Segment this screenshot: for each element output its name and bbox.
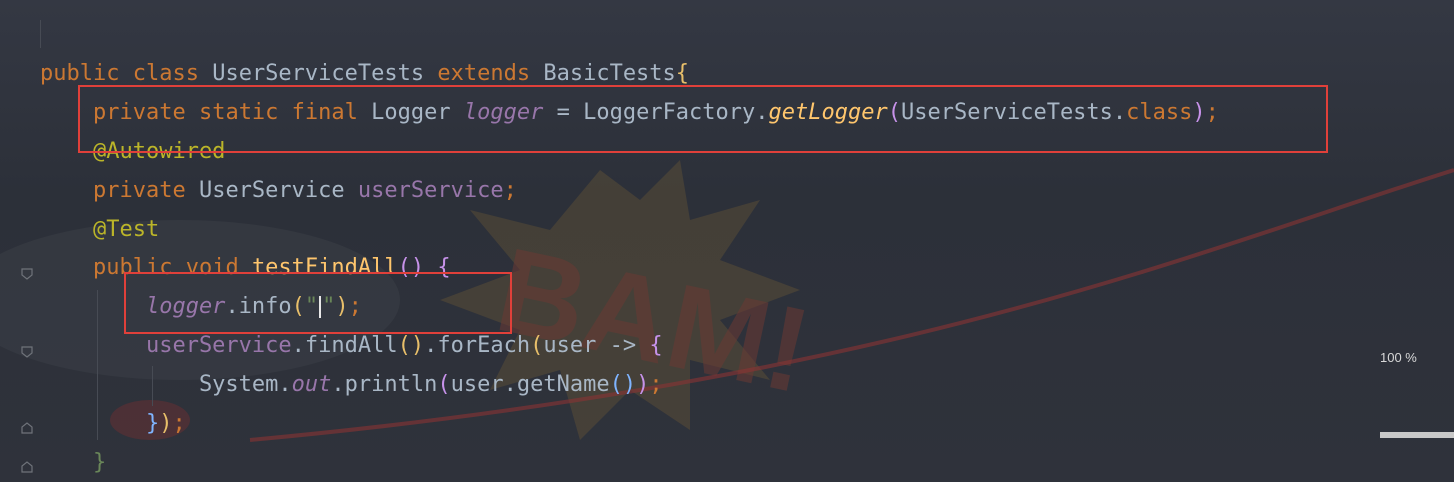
- fold-icon[interactable]: [20, 262, 34, 280]
- code-line[interactable]: }: [40, 444, 1219, 482]
- code-token: {: [649, 333, 663, 359]
- code-token: }: [145, 411, 160, 437]
- code-token: .println: [331, 372, 438, 398]
- code-token: ): [636, 372, 650, 398]
- code-token: (): [397, 333, 425, 359]
- code-token: ;: [172, 411, 186, 437]
- code-line[interactable]: private UserService userService;: [40, 172, 1219, 211]
- fold-end-icon[interactable]: [20, 455, 34, 473]
- code-token: UserServiceTests: [212, 61, 438, 86]
- code-token: class: [132, 61, 213, 86]
- code-token: (: [437, 372, 451, 398]
- horizontal-scrollbar[interactable]: [1380, 432, 1454, 438]
- code-token: ;: [503, 177, 517, 203]
- code-token: extends: [437, 61, 544, 86]
- code-token: (): [609, 372, 637, 398]
- fold-end-icon[interactable]: [20, 416, 34, 434]
- code-token: {: [675, 61, 690, 86]
- code-token: ;: [649, 372, 663, 398]
- code-token: BasicTests: [543, 61, 676, 86]
- code-token: ): [159, 411, 173, 437]
- code-line[interactable]: System.out.println(user.getName());: [40, 366, 1219, 405]
- code-token: private: [40, 177, 199, 203]
- code-token: user ->: [543, 333, 650, 359]
- code-token: .forEach: [424, 333, 531, 359]
- code-token: }: [92, 449, 107, 475]
- zoom-level-indicator: 100 %: [1380, 350, 1417, 365]
- code-token: userService: [357, 177, 504, 203]
- gutter: [0, 0, 40, 482]
- code-token: @Test: [40, 216, 160, 242]
- fold-icon[interactable]: [20, 340, 34, 358]
- code-editor[interactable]: BAM! public class UserServiceTests exten…: [0, 0, 1454, 482]
- code-token: (: [530, 333, 544, 359]
- code-token: out: [291, 372, 332, 398]
- code-token: userService: [40, 333, 292, 359]
- highlight-box-logger-declaration: [78, 85, 1328, 153]
- code-line[interactable]: @Test: [40, 211, 1219, 250]
- code-token: System.: [40, 372, 292, 398]
- highlight-box-logger-info-call: [124, 272, 512, 334]
- code-line[interactable]: });: [40, 405, 1219, 444]
- code-token: public: [40, 61, 133, 86]
- indent-guide: [40, 20, 41, 48]
- code-token: UserService: [198, 177, 358, 203]
- code-token: .findAll: [291, 333, 398, 359]
- code-token: user.getName: [450, 372, 610, 398]
